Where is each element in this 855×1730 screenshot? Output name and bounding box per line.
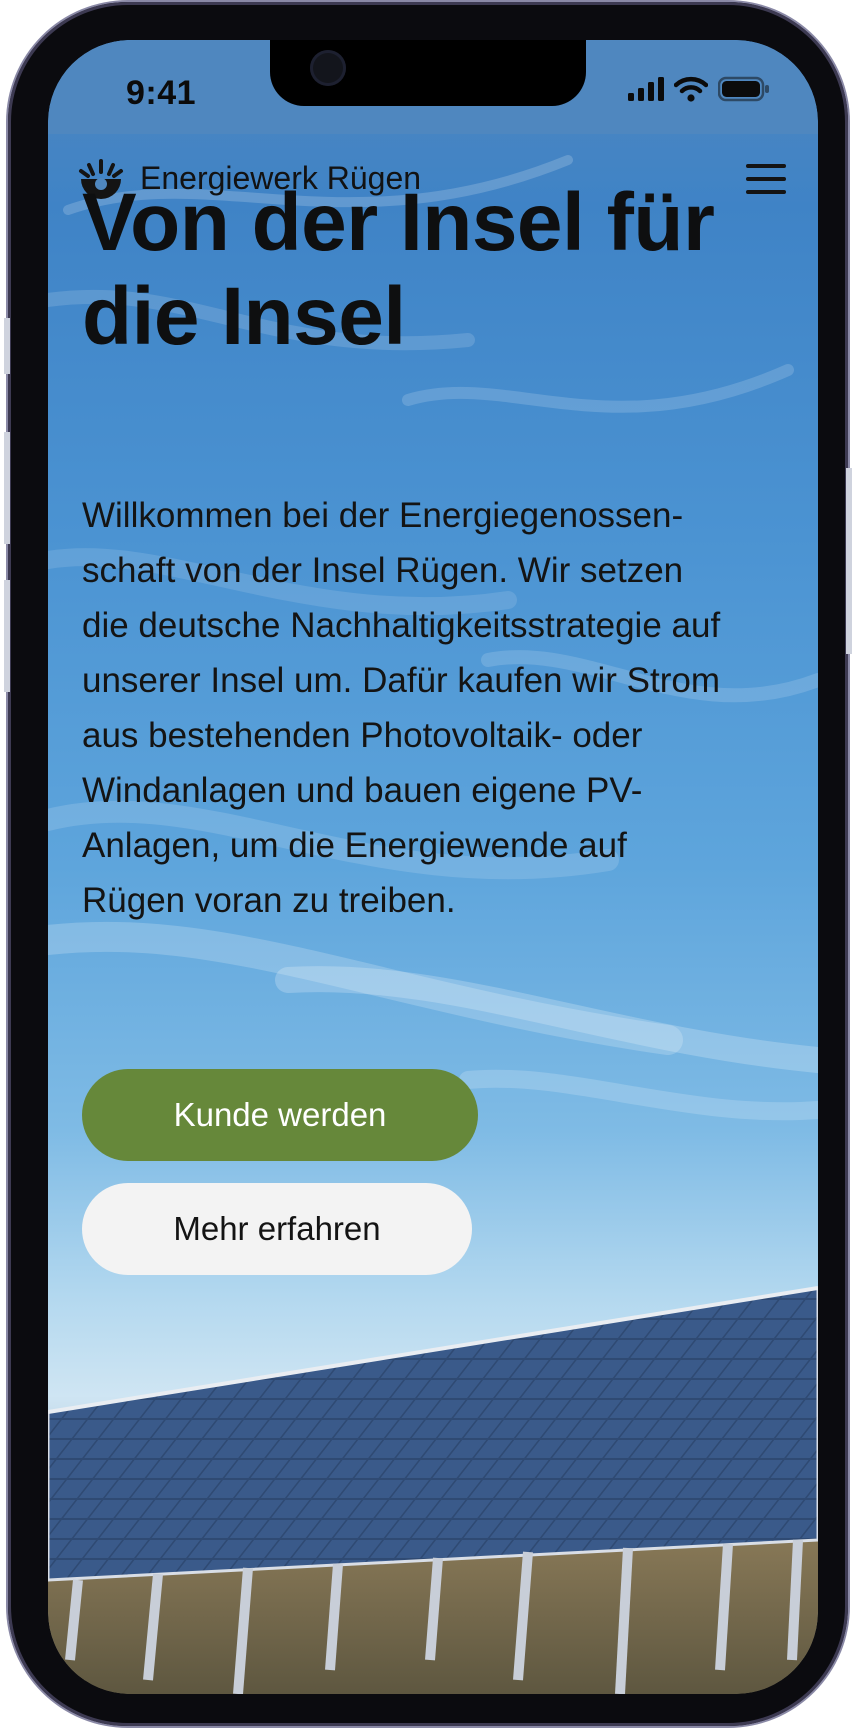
volume-up-button (4, 432, 10, 544)
phone-frame: 9:41 Energiewerk Rügen Von der Insel für… (4, 2, 852, 1726)
become-customer-button[interactable]: Kunde werden (82, 1069, 478, 1161)
status-bar: 9:41 (48, 40, 818, 134)
mute-switch (4, 318, 10, 374)
phone-screen-bezel: 9:41 Energiewerk Rügen Von der Insel für… (48, 40, 818, 1694)
screen: 9:41 Energiewerk Rügen Von der Insel für… (48, 40, 818, 1694)
cellular-signal-icon (628, 77, 664, 101)
wifi-icon (674, 76, 708, 102)
volume-down-button (4, 580, 10, 692)
front-camera (310, 50, 346, 86)
hero-intro: Willkommen bei der Energiegenossen-schaf… (82, 496, 721, 920)
power-button (846, 468, 852, 654)
battery-icon (718, 76, 769, 102)
learn-more-button[interactable]: Mehr erfahren (82, 1183, 472, 1275)
hero-title: Von der Insel für die Insel (82, 177, 715, 362)
status-icons (628, 76, 770, 102)
notch (270, 40, 586, 106)
status-time: 9:41 (126, 74, 197, 112)
